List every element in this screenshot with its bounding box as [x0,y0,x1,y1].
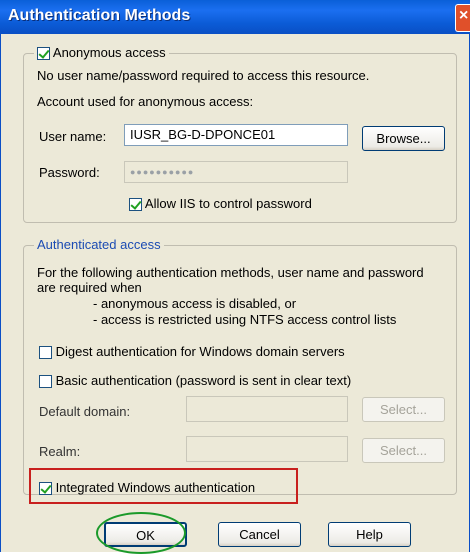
username-input[interactable]: IUSR_BG-D-DPONCE01 [124,124,348,146]
auth-bullet-1: - anonymous access is disabled, or [93,296,297,311]
digest-auth-option[interactable]: Digest authentication for Windows domain… [39,344,345,360]
integrated-auth-highlight [29,468,298,504]
anonymous-access-legend[interactable]: Anonymous access [34,45,169,61]
close-icon: × [459,7,469,24]
password-label: Password: [39,165,100,180]
authenticated-access-legend: Authenticated access [34,237,164,252]
account-label: Account used for anonymous access: [37,94,254,109]
browse-button[interactable]: Browse... [362,126,445,151]
title-bar: Authentication Methods × [0,0,470,34]
close-button[interactable]: × [455,4,470,32]
basic-auth-option[interactable]: Basic authentication (password is sent i… [39,373,352,389]
auth-description-line1: For the following authentication methods… [37,265,424,280]
digest-auth-checkbox[interactable] [39,346,52,360]
anonymous-access-checkbox[interactable] [37,47,50,61]
realm-label: Realm: [39,444,81,459]
realm-select-button[interactable]: Select... [362,438,445,463]
allow-iis-checkbox[interactable] [129,198,142,212]
window-title: Authentication Methods [8,7,191,24]
basic-auth-label: Basic authentication (password is sent i… [55,373,352,388]
allow-iis-control[interactable]: Allow IIS to control password [129,196,312,212]
realm-input[interactable] [186,436,348,462]
default-domain-select-button[interactable]: Select... [362,397,445,422]
anonymous-description: No user name/password required to access… [37,68,370,83]
help-button[interactable]: Help [328,522,411,547]
username-label: User name: [39,129,107,144]
default-domain-label: Default domain: [39,404,131,419]
digest-auth-label: Digest authentication for Windows domain… [55,344,345,359]
default-domain-input[interactable] [186,396,348,422]
anonymous-access-label: Anonymous access [52,45,166,60]
auth-description-line2: are required when [37,280,142,295]
ok-button-highlight [96,512,186,554]
basic-auth-checkbox[interactable] [39,375,52,389]
allow-iis-label: Allow IIS to control password [144,196,312,211]
cancel-button[interactable]: Cancel [218,522,301,547]
auth-bullet-2: - access is restricted using NTFS access… [93,312,397,327]
password-input[interactable]: ●●●●●●●●●● [124,161,348,183]
dialog-body: Anonymous access No user name/password r… [0,34,470,554]
